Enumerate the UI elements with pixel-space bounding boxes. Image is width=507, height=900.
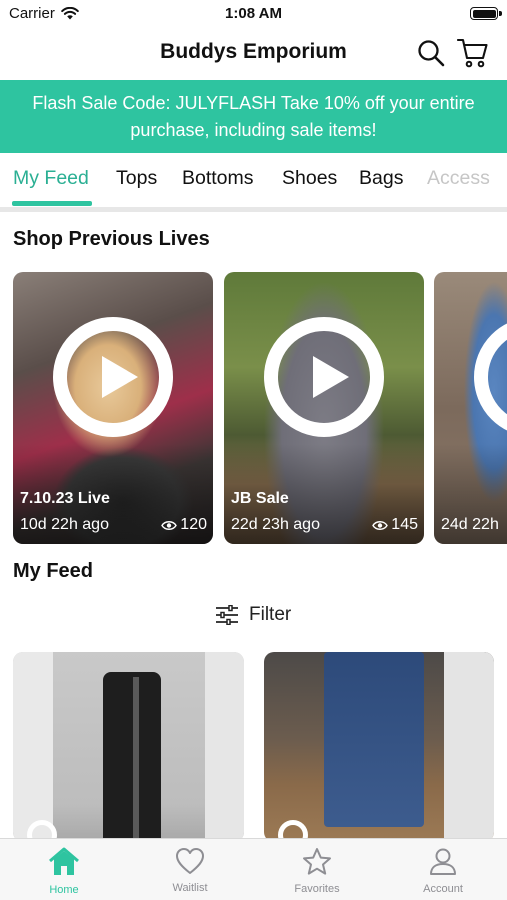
search-icon xyxy=(418,40,445,67)
tab-accessories[interactable]: Access xyxy=(427,167,490,190)
tab-tops[interactable]: Tops xyxy=(116,167,157,190)
live-card[interactable]: 24d 22h xyxy=(434,272,507,544)
heart-icon xyxy=(176,848,204,874)
views-count: 120 xyxy=(180,516,207,533)
tabbar-label: Waitlist xyxy=(172,882,208,894)
flash-sale-banner[interactable]: Flash Sale Code: JULYFLASH Take 10% off … xyxy=(0,80,507,153)
tabbar-label: Home xyxy=(49,884,79,896)
search-button[interactable] xyxy=(414,36,448,70)
category-tabs: My Feed Tops Bottoms Shoes Bags Access xyxy=(0,153,507,207)
status-time: 1:08 AM xyxy=(225,5,282,22)
filter-label: Filter xyxy=(249,604,292,625)
tabbar-favorites[interactable]: Favorites xyxy=(267,847,367,895)
live-card[interactable]: JB Sale 22d 23h ago 145 xyxy=(224,272,424,544)
views-count: 145 xyxy=(391,516,418,533)
tab-bags[interactable]: Bags xyxy=(359,167,403,190)
cart-icon xyxy=(457,38,488,68)
home-icon xyxy=(49,847,79,875)
tab-bottoms[interactable]: Bottoms xyxy=(182,167,254,190)
bottom-tab-bar: Home Waitlist Favorites Account xyxy=(0,838,507,900)
product-card[interactable] xyxy=(264,652,494,842)
live-time-ago: 24d 22h xyxy=(441,516,499,533)
live-card[interactable]: 7.10.23 Live 10d 22h ago 120 xyxy=(13,272,213,544)
tabbar-waitlist[interactable]: Waitlist xyxy=(140,847,240,894)
person-icon xyxy=(430,848,456,875)
tab-my-feed[interactable]: My Feed xyxy=(13,167,89,190)
battery-icon xyxy=(470,7,498,20)
live-time-ago: 22d 23h ago xyxy=(231,516,320,533)
cart-button[interactable] xyxy=(456,36,490,70)
tabbar-label: Account xyxy=(423,883,463,895)
filter-button[interactable]: Filter xyxy=(215,604,291,626)
live-title: JB Sale xyxy=(231,490,289,507)
live-views: 120 xyxy=(161,516,207,534)
live-title: 7.10.23 Live xyxy=(20,490,110,507)
sliders-icon xyxy=(216,605,238,625)
play-icon xyxy=(313,356,349,398)
feed-section-title: My Feed xyxy=(13,560,94,582)
eye-icon xyxy=(372,520,389,530)
live-time-ago: 10d 22h ago xyxy=(20,516,109,533)
tabs-divider xyxy=(0,207,507,212)
star-icon xyxy=(303,848,331,875)
status-bar: Carrier 1:08 AM xyxy=(0,0,507,28)
active-tab-indicator xyxy=(12,201,92,206)
tabbar-account[interactable]: Account xyxy=(393,847,493,895)
tabbar-home[interactable]: Home xyxy=(14,847,114,896)
eye-icon xyxy=(161,520,178,530)
app-header: Buddys Emporium xyxy=(0,28,507,80)
tab-shoes[interactable]: Shoes xyxy=(282,167,337,190)
product-jeans-shape xyxy=(324,652,424,827)
product-pants-shape xyxy=(103,672,161,842)
tabbar-label: Favorites xyxy=(294,883,340,895)
play-icon xyxy=(102,356,138,398)
live-views: 145 xyxy=(372,516,418,534)
product-card[interactable] xyxy=(13,652,244,842)
lives-section-title: Shop Previous Lives xyxy=(13,228,210,250)
